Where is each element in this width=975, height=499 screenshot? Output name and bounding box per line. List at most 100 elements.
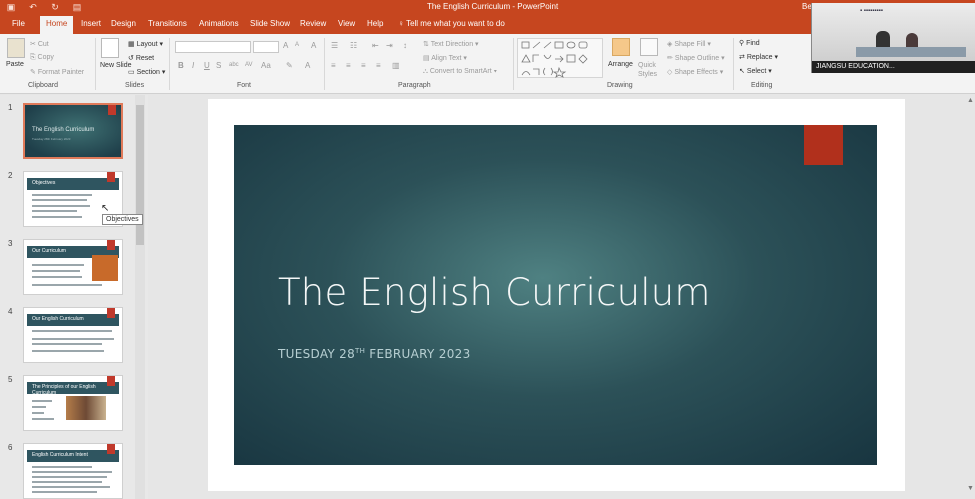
- highlight-icon[interactable]: ✎: [286, 61, 293, 70]
- columns-icon[interactable]: ▥: [392, 61, 400, 70]
- shrink-font-icon[interactable]: A: [295, 42, 299, 48]
- present-icon[interactable]: ▤: [72, 2, 82, 12]
- paragraph-group-label: Paragraph: [398, 82, 431, 89]
- slide-thumbnail-5[interactable]: The Principles of our English Curriculum: [23, 375, 123, 431]
- slide-thumbnail-3[interactable]: Our Curriculum: [23, 239, 123, 295]
- shape-effects-button[interactable]: ◇ Shape Effects ▾: [667, 68, 723, 76]
- tab-home[interactable]: Home: [40, 16, 74, 34]
- line-spacing-icon[interactable]: ↕: [403, 41, 407, 50]
- align-center-icon[interactable]: ≡: [346, 61, 351, 70]
- text-line: [32, 284, 102, 286]
- slide-title[interactable]: The English Curriculum: [278, 271, 711, 314]
- align-text-icon: ▤: [423, 55, 432, 62]
- tab-animations[interactable]: Animations: [199, 19, 239, 28]
- reset-button[interactable]: ↺ Reset: [128, 54, 154, 62]
- divider: [95, 38, 96, 90]
- text-line: [32, 210, 77, 212]
- shapes-gallery[interactable]: [517, 38, 603, 78]
- text-line: [32, 194, 92, 196]
- grow-font-icon[interactable]: A: [283, 41, 288, 50]
- save-icon[interactable]: ▣: [6, 2, 16, 12]
- format-painter-button[interactable]: ✎ Format Painter: [30, 68, 84, 76]
- tab-view[interactable]: View: [338, 19, 355, 28]
- font-name-combo[interactable]: [175, 41, 251, 53]
- arrange-button[interactable]: Arrange: [608, 61, 633, 68]
- paste-icon[interactable]: [7, 38, 25, 58]
- strikethrough-button[interactable]: S: [216, 61, 221, 70]
- accent-tab: [107, 172, 115, 182]
- align-left-icon[interactable]: ≡: [331, 61, 336, 70]
- replace-icon: ⇄: [739, 54, 747, 61]
- redo-icon[interactable]: ↻: [50, 2, 60, 12]
- change-case-button[interactable]: Aa: [261, 61, 271, 70]
- shadow-icon[interactable]: abc: [229, 62, 239, 68]
- text-direction-button[interactable]: ⇅ Text Direction ▾: [423, 40, 479, 48]
- font-color-icon[interactable]: A: [305, 61, 310, 70]
- spacing-icon[interactable]: AV: [245, 62, 253, 68]
- arrange-icon[interactable]: [612, 38, 630, 56]
- scroll-down-icon[interactable]: ▼: [967, 485, 974, 492]
- accent-tab: [107, 444, 115, 454]
- thumbnail-title-bar: Objectives: [27, 178, 119, 190]
- tab-design[interactable]: Design: [111, 19, 136, 28]
- slide-number: 5: [8, 375, 13, 384]
- tab-help[interactable]: Help: [367, 19, 383, 28]
- thumbnail-title-bar: The Principles of our English Curriculum: [27, 382, 119, 396]
- slide-thumbnail-1[interactable]: The English Curriculum Tuesday 28th Febr…: [23, 103, 123, 159]
- align-right-icon[interactable]: ≡: [361, 61, 366, 70]
- quick-styles-icon[interactable]: [640, 38, 658, 56]
- shape-outline-button[interactable]: ✏ Shape Outline ▾: [667, 54, 725, 62]
- text-direction-icon: ⇅: [423, 41, 431, 48]
- slide-subtitle[interactable]: TUESDAY 28TH FEBRUARY 2023: [278, 347, 471, 361]
- copy-button[interactable]: ⎘ Copy: [30, 54, 54, 62]
- text-line: [32, 400, 52, 402]
- new-slide-button[interactable]: New Slide: [100, 61, 132, 70]
- tab-review[interactable]: Review: [300, 19, 326, 28]
- bullets-icon[interactable]: ☰: [331, 41, 338, 50]
- scroll-up-icon[interactable]: ▲: [967, 97, 974, 104]
- undo-icon[interactable]: ↶: [28, 2, 38, 12]
- text-line: [32, 412, 44, 414]
- tab-slide-show[interactable]: Slide Show: [250, 19, 290, 28]
- tell-me-search[interactable]: ♀ Tell me what you want to do: [398, 19, 505, 28]
- divider: [169, 38, 170, 90]
- cut-button[interactable]: ✂ Cut: [30, 40, 49, 48]
- select-button[interactable]: ↖ Select ▾: [739, 67, 772, 75]
- slide-thumbnail-4[interactable]: Our English Curriculum: [23, 307, 123, 363]
- slide-thumbnail-6[interactable]: English Curriculum Intent: [23, 443, 123, 499]
- current-slide[interactable]: The English Curriculum TUESDAY 28TH FEBR…: [234, 125, 877, 465]
- replace-button[interactable]: ⇄ Replace ▾: [739, 53, 778, 61]
- paste-button[interactable]: Paste: [6, 61, 24, 68]
- underline-button[interactable]: U: [204, 61, 210, 70]
- italic-button[interactable]: I: [192, 61, 194, 70]
- cursor-icon: ↖: [739, 68, 747, 75]
- tab-insert[interactable]: Insert: [81, 19, 101, 28]
- tab-transitions[interactable]: Transitions: [148, 19, 187, 28]
- justify-icon[interactable]: ≡: [376, 61, 381, 70]
- mouse-cursor-icon: ↖: [101, 203, 110, 214]
- text-line: [32, 216, 82, 218]
- divider: [733, 38, 734, 90]
- find-button[interactable]: ⚲ Find: [739, 39, 760, 47]
- thumbnails-scrollbar[interactable]: [135, 95, 145, 499]
- decrease-indent-icon[interactable]: ⇤: [372, 41, 379, 50]
- webcam-caption: JIANGSU EDUCATION...: [812, 61, 975, 73]
- convert-smartart-button[interactable]: ⛬ Convert to SmartArt ▾: [423, 68, 497, 76]
- clear-format-icon[interactable]: A: [311, 41, 316, 50]
- new-slide-icon[interactable]: [101, 38, 119, 58]
- slide-number: 1: [8, 103, 13, 112]
- slide-number: 2: [8, 171, 13, 180]
- text-line: [32, 476, 107, 478]
- tab-file[interactable]: File: [12, 19, 25, 28]
- increase-indent-icon[interactable]: ⇥: [386, 41, 393, 50]
- numbering-icon[interactable]: ☷: [350, 41, 357, 50]
- font-size-combo[interactable]: [253, 41, 279, 53]
- section-button[interactable]: ▭ Section ▾: [128, 68, 165, 76]
- editing-group-label: Editing: [751, 82, 773, 89]
- bold-button[interactable]: B: [178, 61, 184, 70]
- shape-fill-button[interactable]: ◈ Shape Fill ▾: [667, 40, 711, 48]
- layout-button[interactable]: ▦ Layout ▾: [128, 40, 163, 48]
- quick-styles-button[interactable]: Quick Styles: [638, 61, 662, 79]
- editor-scrollbar[interactable]: ▲ ▼: [965, 95, 975, 499]
- align-text-button[interactable]: ▤ Align Text ▾: [423, 54, 467, 62]
